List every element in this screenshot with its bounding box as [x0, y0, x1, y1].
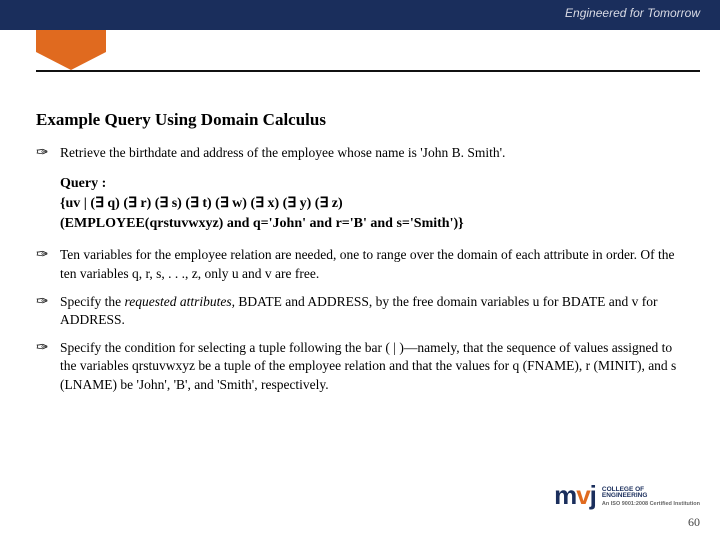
bullet-icon: ✑ — [36, 246, 52, 282]
bullet-2: ✑ Specify the requested attributes, BDAT… — [36, 293, 684, 329]
bullet-1-text: Ten variables for the employee relation … — [60, 246, 684, 282]
orange-tab-decoration — [36, 30, 106, 52]
logo-text: mvj — [554, 480, 596, 511]
bullet-3: ✑ Specify the condition for selecting a … — [36, 339, 684, 394]
footer: mvj COLLEGE OF ENGINEERING An ISO 9001:2… — [554, 480, 700, 530]
top-bar: Engineered for Tomorrow — [0, 0, 720, 30]
intro-bullet: ✑ Retrieve the birthdate and address of … — [36, 144, 684, 164]
bullet-icon: ✑ — [36, 144, 52, 164]
query-label: Query : — [60, 174, 684, 194]
slide-page: Engineered for Tomorrow Example Query Us… — [0, 0, 720, 540]
horizontal-rule — [36, 70, 700, 72]
bullet-icon: ✑ — [36, 339, 52, 394]
bullet-3-text: Specify the condition for selecting a tu… — [60, 339, 684, 394]
logo-v: v — [576, 480, 589, 510]
tagline-text: Engineered for Tomorrow — [565, 6, 700, 20]
bullet-icon: ✑ — [36, 293, 52, 329]
iso-cert: An ISO 9001:2008 Certified Institution — [602, 502, 700, 508]
intro-text: Retrieve the birthdate and address of th… — [60, 144, 505, 164]
main-content: Example Query Using Domain Calculus ✑ Re… — [36, 110, 684, 404]
bullet-2-text: Specify the requested attributes, BDATE … — [60, 293, 684, 329]
italic-phrase: requested attributes, — [124, 294, 235, 309]
bullet-1: ✑ Ten variables for the employee relatio… — [36, 246, 684, 282]
logo-m: m — [554, 480, 576, 510]
query-line-2: (EMPLOYEE(qrstuvwxyz) and q='John' and r… — [60, 214, 684, 234]
slide-title: Example Query Using Domain Calculus — [36, 110, 684, 130]
page-number: 60 — [554, 515, 700, 530]
logo-j: j — [590, 480, 596, 510]
logo: mvj COLLEGE OF ENGINEERING An ISO 9001:2… — [554, 480, 700, 511]
college-name: COLLEGE OF ENGINEERING An ISO 9001:2008 … — [602, 487, 700, 508]
query-block: Query : {uv | (∃ q) (∃ r) (∃ s) (∃ t) (∃… — [60, 174, 684, 235]
query-line-1: {uv | (∃ q) (∃ r) (∃ s) (∃ t) (∃ w) (∃ x… — [60, 194, 684, 214]
college-line-2: ENGINEERING — [602, 493, 700, 500]
